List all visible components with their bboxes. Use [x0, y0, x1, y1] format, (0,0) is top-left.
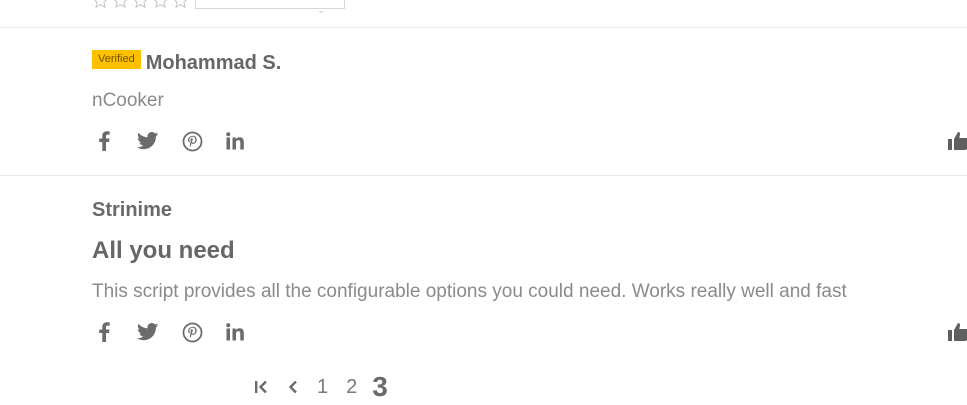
pinterest-icon[interactable] — [180, 129, 204, 153]
star-icon — [174, 0, 187, 8]
verified-badge: Verified — [92, 50, 141, 69]
review-item: Verified Mohammad S. — [92, 50, 967, 75]
review-title: All you need — [92, 237, 235, 264]
review-author: Mohammad S. — [145, 52, 282, 74]
pinterest-icon[interactable] — [180, 320, 204, 344]
reviews-page: ⌄ Verified Mohammad S. nCooker Strinime … — [0, 0, 967, 405]
linkedin-icon[interactable] — [224, 320, 248, 344]
previous-page-icon[interactable] — [282, 376, 304, 398]
pagination: 1 2 3 — [250, 370, 397, 404]
page-link-current: 3 — [372, 371, 388, 402]
star-rating[interactable] — [92, 0, 189, 9]
review-body: This script provides all the configurabl… — [92, 281, 847, 302]
review-body: nCooker — [92, 90, 164, 111]
star-icon — [114, 0, 127, 8]
share-links — [92, 320, 248, 344]
like-icon[interactable] — [948, 322, 967, 342]
twitter-icon[interactable] — [136, 129, 160, 153]
page-link-2[interactable]: 2 — [346, 376, 357, 399]
star-icon — [94, 0, 107, 8]
star-icon — [134, 0, 147, 8]
divider — [0, 27, 967, 28]
facebook-icon[interactable] — [92, 320, 116, 344]
facebook-icon[interactable] — [92, 129, 116, 153]
clipped-mark: ⌄ — [317, 5, 326, 16]
page-link-1[interactable]: 1 — [317, 376, 328, 399]
linkedin-icon[interactable] — [224, 129, 248, 153]
divider — [0, 175, 967, 176]
previous-review-rating-row — [92, 0, 345, 10]
first-page-icon[interactable] — [250, 376, 272, 398]
star-icon — [154, 0, 167, 8]
twitter-icon[interactable] — [136, 320, 160, 344]
share-links — [92, 129, 248, 153]
review-author: Strinime — [92, 199, 173, 221]
like-icon[interactable] — [948, 131, 967, 151]
